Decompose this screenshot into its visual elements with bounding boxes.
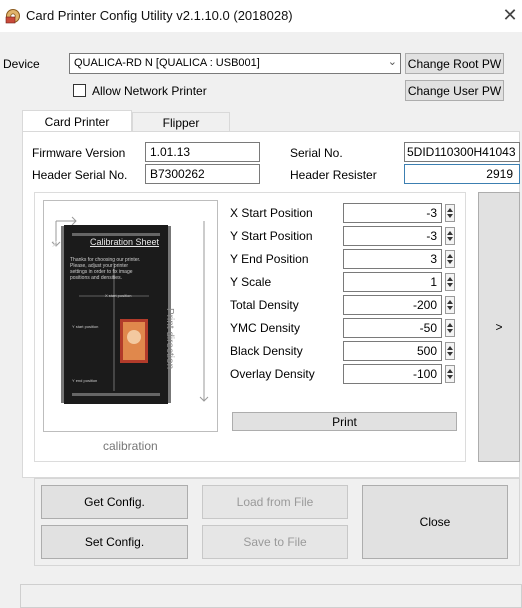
app-icon bbox=[5, 9, 20, 24]
chevron-down-icon: ⌄ bbox=[387, 56, 397, 68]
spinner-arrows-icon[interactable] bbox=[445, 227, 455, 245]
spinner-arrows-icon[interactable] bbox=[445, 342, 455, 360]
header-resister-label: Header Resister bbox=[290, 168, 377, 182]
get-config-button[interactable]: Get Config. bbox=[41, 485, 188, 519]
title-bar: Card Printer Config Utility v2.1.10.0 (2… bbox=[0, 0, 522, 32]
param-input[interactable]: -100 bbox=[343, 364, 442, 384]
serial-label: Serial No. bbox=[290, 146, 343, 160]
calibration-sheet-image bbox=[51, 216, 209, 404]
change-root-pw-button[interactable]: Change Root PW bbox=[405, 53, 504, 74]
window-title: Card Printer Config Utility v2.1.10.0 (2… bbox=[26, 8, 293, 23]
device-label: Device bbox=[3, 57, 40, 71]
close-button[interactable]: Close bbox=[362, 485, 508, 559]
param-label: Overlay Density bbox=[230, 367, 315, 381]
allow-network-label: Allow Network Printer bbox=[92, 84, 207, 98]
param-label: Y End Position bbox=[230, 252, 309, 266]
param-input[interactable]: 1 bbox=[343, 272, 442, 292]
save-to-file-button: Save to File bbox=[202, 525, 348, 559]
device-select-value: QUALICA-RD N [QUALICA : USB001] bbox=[74, 57, 260, 69]
load-from-file-button: Load from File bbox=[202, 485, 348, 519]
header-resister-input[interactable]: 2919 bbox=[404, 164, 520, 184]
param-input[interactable]: 500 bbox=[343, 341, 442, 361]
print-direction-label: Print direction bbox=[164, 308, 175, 370]
header-serial-label: Header Serial No. bbox=[32, 168, 128, 182]
spinner-arrows-icon[interactable] bbox=[445, 273, 455, 291]
param-label: X Start Position bbox=[230, 206, 313, 220]
print-button[interactable]: Print bbox=[232, 412, 457, 431]
param-input[interactable]: -3 bbox=[343, 226, 442, 246]
param-input[interactable]: 3 bbox=[343, 249, 442, 269]
calibration-sheet-text: Thanks for choosing our printer. Please,… bbox=[70, 257, 141, 281]
set-config-button[interactable]: Set Config. bbox=[41, 525, 188, 559]
device-select[interactable]: QUALICA-RD N [QUALICA : USB001] ⌄ bbox=[69, 53, 401, 74]
status-bar bbox=[20, 584, 522, 608]
y-start-small-label: Y start position bbox=[72, 324, 99, 329]
spinner-arrows-icon[interactable] bbox=[445, 296, 455, 314]
param-input[interactable]: -50 bbox=[343, 318, 442, 338]
spinner-arrows-icon[interactable] bbox=[445, 204, 455, 222]
spinner-arrows-icon[interactable] bbox=[445, 250, 455, 268]
calibration-sheet-title: Calibration Sheet bbox=[90, 237, 160, 247]
tab-card-printer[interactable]: Card Printer bbox=[22, 110, 132, 132]
allow-network-checkbox[interactable] bbox=[73, 84, 86, 97]
header-serial-field: B7300262 bbox=[145, 164, 260, 184]
axis-x-label: X bbox=[52, 240, 58, 249]
next-button[interactable]: > bbox=[478, 192, 520, 462]
x-start-small-label: X start position bbox=[105, 293, 132, 298]
spinner-arrows-icon[interactable] bbox=[445, 365, 455, 383]
tab-flipper[interactable]: Flipper bbox=[132, 112, 230, 132]
close-icon[interactable]: ✕ bbox=[500, 4, 520, 26]
change-user-pw-button[interactable]: Change User PW bbox=[405, 80, 504, 101]
param-label: Total Density bbox=[230, 298, 299, 312]
param-label: Y Start Position bbox=[230, 229, 313, 243]
firmware-field: 1.01.13 bbox=[145, 142, 260, 162]
y-end-small-label: Y end position bbox=[72, 378, 98, 383]
param-label: Black Density bbox=[230, 344, 303, 358]
param-input[interactable]: -3 bbox=[343, 203, 442, 223]
serial-field: 5DID110300H41043 bbox=[404, 142, 520, 162]
spinner-arrows-icon[interactable] bbox=[445, 319, 455, 337]
param-input[interactable]: -200 bbox=[343, 295, 442, 315]
param-label: Y Scale bbox=[230, 275, 272, 289]
param-label: YMC Density bbox=[230, 321, 301, 335]
calibration-caption: calibration bbox=[103, 439, 158, 453]
firmware-label: Firmware Version bbox=[32, 146, 126, 160]
